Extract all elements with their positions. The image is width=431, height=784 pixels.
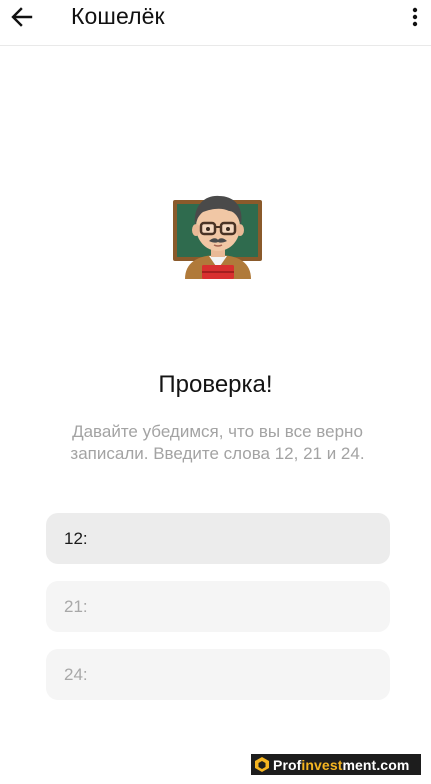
watermark-text-ment: ment.com — [342, 756, 410, 773]
app-bar: Кошелёк — [0, 0, 431, 46]
teacher-emoji-icon — [171, 185, 265, 279]
word-24-label: 24: — [64, 664, 88, 684]
word-12-field[interactable]: 12: — [46, 513, 390, 564]
watermark-text-prof: Prof — [273, 756, 302, 773]
back-button[interactable] — [6, 2, 38, 32]
word-24-input[interactable] — [93, 659, 390, 690]
word-21-input[interactable] — [93, 591, 390, 622]
more-vertical-icon — [412, 7, 418, 27]
wallet-verification-screen: Кошелёк Проверка! Давайте убедимся, что … — [0, 0, 431, 784]
watermark-text-invest: invest — [301, 756, 343, 773]
word-12-label: 12: — [64, 528, 88, 548]
verification-heading: Проверка! — [158, 371, 273, 398]
word-21-field[interactable]: 21: — [46, 581, 390, 632]
word-12-input[interactable] — [93, 523, 390, 554]
verification-instructions: Давайте убедимся, что вы все верно запис… — [70, 422, 365, 463]
watermark-banner: Prof invest ment.com — [251, 754, 421, 775]
more-options-button[interactable] — [403, 2, 427, 32]
word-24-field[interactable]: 24: — [46, 649, 390, 700]
page-title: Кошелёк — [71, 3, 165, 29]
word-21-label: 21: — [64, 596, 88, 616]
profinvestment-logo-icon — [255, 757, 269, 772]
arrow-left-icon — [11, 7, 33, 27]
